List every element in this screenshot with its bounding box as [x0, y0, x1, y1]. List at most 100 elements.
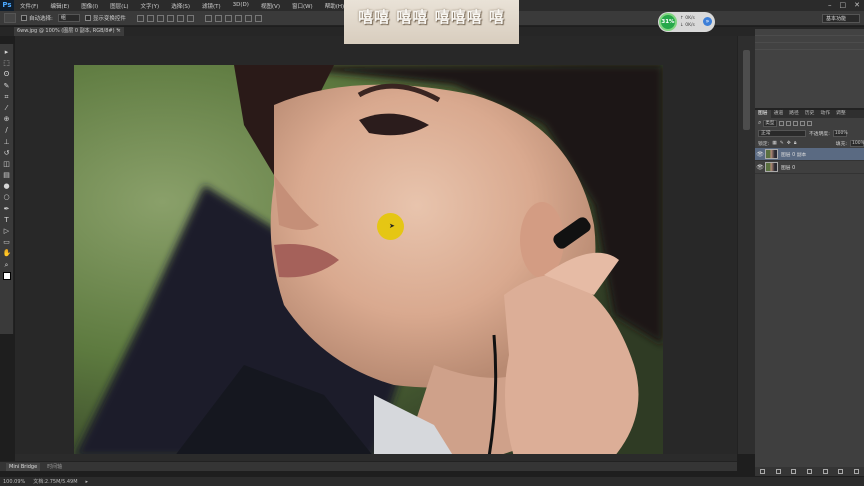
align-vcenter-icon[interactable] [146, 14, 154, 22]
visibility-eye-icon[interactable]: 👁︎ [755, 151, 765, 158]
layers-panel-tab[interactable]: 通道 [771, 110, 787, 118]
layers-panel-tab[interactable]: 动作 [817, 110, 833, 118]
close-tab-icon[interactable]: × [117, 27, 121, 36]
path-select-icon[interactable]: ▷ [3, 227, 11, 235]
zoom-icon[interactable]: ⌕ [3, 261, 11, 269]
menu-item[interactable]: 滤镜(T) [196, 2, 227, 10]
pen-icon[interactable]: ✒ [3, 205, 11, 213]
opacity-input[interactable]: 100% [832, 129, 848, 137]
new-layer-icon[interactable] [838, 469, 844, 474]
lock-all-icon[interactable]: 🔒︎ [794, 140, 797, 146]
lasso-icon[interactable]: ʘ [3, 70, 11, 78]
filter-smart-icon[interactable] [807, 120, 813, 126]
zoom-level[interactable]: 100.09% [3, 479, 25, 485]
add-mask-icon[interactable] [791, 469, 797, 474]
filter-pixel-icon[interactable] [779, 120, 785, 126]
blend-mode-dropdown[interactable]: 正常 [758, 129, 806, 137]
document-canvas-image[interactable] [74, 65, 663, 457]
boost-icon[interactable]: » [703, 17, 712, 26]
lock-move-icon[interactable]: ✥ [787, 141, 791, 146]
layer-style-icon[interactable] [775, 469, 781, 474]
menu-item[interactable]: 编辑(E) [44, 2, 75, 10]
filter-type-icon[interactable] [793, 120, 799, 126]
fill-input[interactable]: 100% [850, 139, 864, 147]
horizontal-scrollbar[interactable] [15, 454, 737, 461]
auto-select-checkbox[interactable] [21, 15, 27, 21]
delete-layer-icon[interactable] [853, 469, 859, 474]
marquee-icon[interactable]: ⬚ [3, 59, 11, 67]
quick-select-icon[interactable]: ✎ [3, 82, 11, 90]
show-transform-option[interactable]: 显示变换控件 [84, 14, 126, 22]
distribute-hcenter-icon[interactable] [244, 14, 252, 22]
auto-select-dropdown[interactable]: 组 [57, 14, 80, 22]
history-brush-icon[interactable]: ↺ [3, 149, 11, 157]
menu-item[interactable]: 图像(I) [75, 2, 104, 10]
healing-icon[interactable]: ⊕ [3, 115, 11, 123]
distribute-left-icon[interactable] [234, 14, 242, 22]
timeline-tab[interactable]: 时间轴 [44, 463, 65, 471]
maximize-button[interactable]: □ [840, 1, 847, 9]
menu-item[interactable]: 视图(V) [255, 2, 286, 10]
align-top-icon[interactable] [136, 14, 144, 22]
menu-item[interactable]: 文字(Y) [135, 2, 166, 10]
tool-preset-picker[interactable] [4, 13, 16, 23]
align-bottom-icon[interactable] [156, 14, 164, 22]
minimize-button[interactable]: – [828, 1, 832, 9]
net-speed-widget[interactable]: 31% ↑ 0K/s ↓ 0K/s » [658, 12, 715, 32]
brush-icon[interactable]: / [3, 126, 11, 134]
window-controls: – □ ✕ [828, 1, 860, 9]
visibility-eye-icon[interactable]: 👁︎ [755, 164, 765, 171]
stamp-icon[interactable]: ⊥ [3, 138, 11, 146]
new-group-icon[interactable] [822, 469, 828, 474]
crop-icon[interactable]: ⌗ [3, 93, 11, 101]
close-button[interactable]: ✕ [854, 1, 860, 9]
status-bar: 100.09% 文档:2.75M/5.49M ▸ [0, 477, 864, 486]
filter-adjust-icon[interactable] [786, 120, 792, 126]
lock-paint-icon[interactable]: ✎ [780, 141, 784, 146]
adjustment-layer-icon[interactable] [806, 469, 812, 474]
filter-shape-icon[interactable] [800, 120, 806, 126]
link-layers-icon[interactable] [760, 469, 766, 474]
menu-item[interactable]: 窗口(W) [286, 2, 319, 10]
layer-name: 图层 0 [781, 165, 796, 171]
distribute-top-icon[interactable] [204, 14, 212, 22]
upload-speed: ↑ 0K/s [680, 16, 695, 21]
menu-item[interactable]: 3D(D) [227, 2, 255, 10]
show-transform-checkbox[interactable] [84, 15, 91, 21]
hand-icon[interactable]: ✋ [3, 249, 12, 257]
auto-select-option[interactable]: 自动选择: [21, 14, 53, 22]
layers-panel-tab[interactable]: 历史 [802, 110, 818, 118]
blur-icon[interactable]: ● [3, 182, 11, 190]
menu-item[interactable]: 选择(S) [165, 2, 196, 10]
dodge-icon[interactable]: ○ [3, 193, 11, 201]
document-tab[interactable]: 6ww.jpg @ 100% (图层 0 副本, RGB/8#) * × [14, 27, 124, 36]
vertical-scrollbar[interactable] [737, 36, 755, 454]
menu-item[interactable]: 图层(L) [104, 2, 134, 10]
align-right-icon[interactable] [186, 14, 194, 22]
layer-filter-dropdown[interactable]: 类型 [763, 119, 778, 127]
align-hcenter-icon[interactable] [176, 14, 184, 22]
layers-panel-tab[interactable]: 调整 [833, 110, 849, 118]
align-left-icon[interactable] [166, 14, 174, 22]
distribute-right-icon[interactable] [254, 14, 262, 22]
layers-panel-tab[interactable]: 路径 [786, 110, 802, 118]
eyedropper-icon[interactable]: ⁄ [3, 104, 11, 112]
distribute-bottom-icon[interactable] [224, 14, 232, 22]
shape-icon[interactable]: ▭ [3, 238, 11, 246]
lock-pixels-icon[interactable]: ▦ [772, 141, 777, 146]
distribute-vcenter-icon[interactable] [214, 14, 222, 22]
layer-row[interactable]: 👁︎ 图层 0 副本 [755, 148, 864, 161]
foreground-color-swatch[interactable] [2, 271, 11, 280]
mini-bridge-tab[interactable]: Mini Bridge [6, 462, 41, 471]
scrollbar-thumb[interactable] [743, 50, 750, 130]
move-icon[interactable]: ▸ [3, 48, 11, 56]
mouse-pointer-icon: ➤ [389, 222, 395, 230]
status-arrow-icon[interactable]: ▸ [86, 479, 89, 485]
menu-item[interactable]: 文件(F) [14, 2, 44, 10]
eraser-icon[interactable]: ◫ [3, 160, 11, 168]
type-icon[interactable]: T [3, 216, 11, 224]
gradient-icon[interactable]: ▤ [3, 171, 11, 179]
layers-panel-tab[interactable]: 图层 [755, 110, 771, 118]
layer-row[interactable]: 👁︎ 图层 0 [755, 161, 864, 174]
workspace-selector[interactable]: 基本功能 [822, 14, 860, 23]
